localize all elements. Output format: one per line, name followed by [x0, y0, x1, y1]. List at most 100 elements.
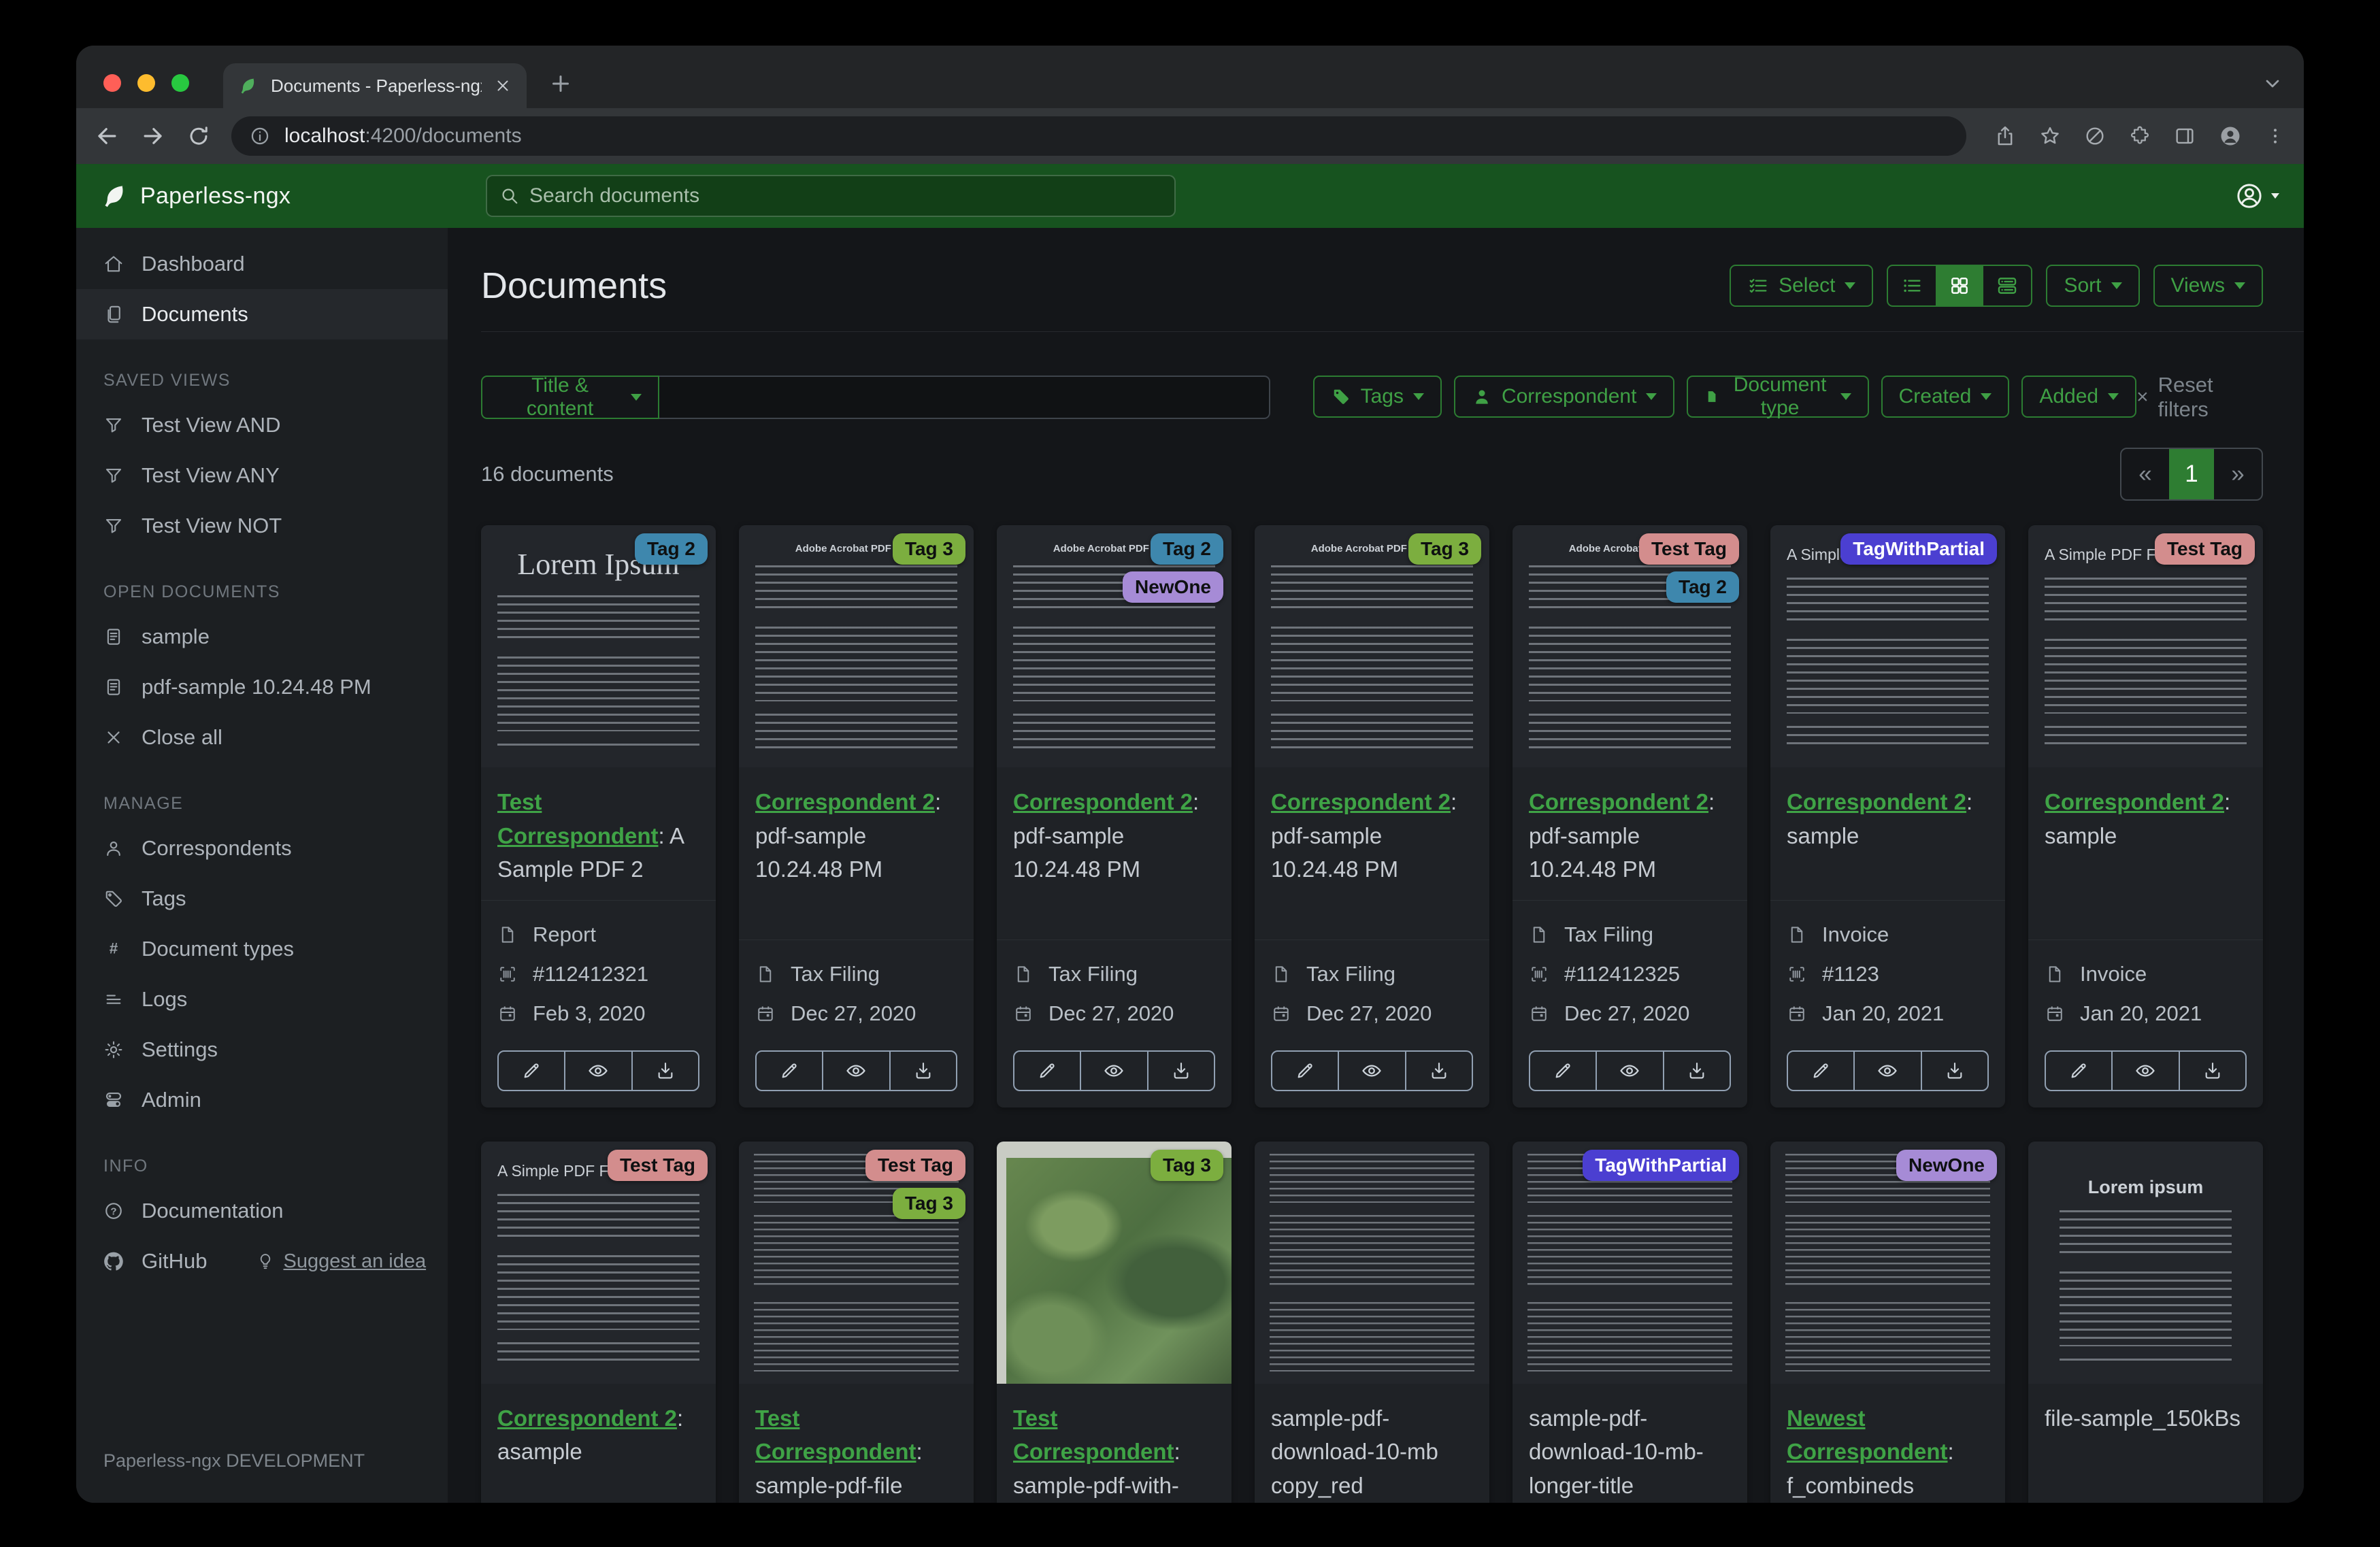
document-thumbnail[interactable]: Adobe Acrobat PDF Files Test Tag Tag 2 [1513, 525, 1747, 767]
tag-pill[interactable]: NewOne [1896, 1149, 1997, 1181]
document-card[interactable]: A Simple PDF File Test Tag Correspondent… [481, 1141, 716, 1503]
tag-pill[interactable]: Tag 2 [1150, 533, 1223, 565]
correspondent-link[interactable]: Correspondent 2 [1529, 789, 1708, 814]
pagination-prev-button[interactable]: « [2121, 449, 2169, 499]
sidebar-item-github[interactable]: GitHub Suggest an idea [76, 1236, 448, 1286]
tag-pill[interactable]: Tag 3 [892, 1187, 965, 1219]
detail-view-button[interactable] [1983, 266, 2031, 305]
document-thumbnail[interactable] [1255, 1141, 1489, 1384]
document-card[interactable]: TagWithPartial sample-pdf-download-10-mb… [1513, 1141, 1747, 1503]
correspondent-link[interactable]: Correspondent 2 [497, 1405, 677, 1431]
bookmark-star-icon[interactable] [2038, 124, 2062, 148]
tag-pill[interactable]: TagWithPartial [1583, 1149, 1739, 1181]
tag-pill[interactable]: Test Tag [608, 1149, 708, 1181]
document-card[interactable]: Adobe Acrobat PDF Files Tag 3 Correspond… [739, 525, 974, 1108]
browser-menu-kebab-icon[interactable] [2264, 125, 2286, 147]
document-thumbnail[interactable]: Test Tag Tag 3 [739, 1141, 974, 1384]
tag-pill[interactable]: Test Tag [865, 1149, 965, 1181]
correspondent-link[interactable]: Correspondent 2 [1271, 789, 1451, 814]
sidebar-item-test-view-any[interactable]: Test View ANY [76, 450, 448, 501]
extensions-puzzle-icon[interactable] [2128, 124, 2151, 148]
share-icon[interactable] [1994, 124, 2017, 148]
select-button[interactable]: Select [1730, 265, 1874, 307]
view-button[interactable] [1853, 1051, 1920, 1090]
download-button[interactable] [631, 1051, 698, 1090]
view-button[interactable] [822, 1051, 889, 1090]
document-thumbnail[interactable]: Adobe Acrobat PDF Files Tag 3 [739, 525, 974, 767]
tag-pill[interactable]: Test Tag [1639, 533, 1739, 565]
document-thumbnail[interactable]: Lorem ipsum [2028, 1141, 2263, 1384]
document-thumbnail[interactable]: A Simple PDF File Test Tag [2028, 525, 2263, 767]
sidebar-item-admin[interactable]: Admin [76, 1075, 448, 1125]
sidebar-item-documentation[interactable]: Documentation [76, 1186, 448, 1236]
download-button[interactable] [1920, 1051, 1987, 1090]
document-thumbnail[interactable]: A Simple PDF File TagWithPartial [1770, 525, 2005, 767]
tag-pill[interactable]: Test Tag [2155, 533, 2255, 565]
edit-button[interactable] [757, 1052, 822, 1090]
document-card[interactable]: Adobe Acrobat PDF Files Tag 3 Correspond… [1255, 525, 1489, 1108]
sidebar-item-close-all[interactable]: Close all [76, 712, 448, 763]
sidebar-item-dashboard[interactable]: Dashboard [76, 239, 448, 289]
edit-button[interactable] [1530, 1052, 1596, 1090]
document-card[interactable]: A Simple PDF File TagWithPartial Corresp… [1770, 525, 2005, 1108]
sidebar-item-documents[interactable]: Documents [76, 289, 448, 339]
edit-button[interactable] [1014, 1052, 1080, 1090]
search-input[interactable] [529, 184, 1162, 207]
user-menu[interactable] [2234, 181, 2279, 211]
document-card[interactable]: NewOne Newest Correspondent: f_combineds… [1770, 1141, 2005, 1503]
correspondent-link[interactable]: Correspondent 2 [1013, 789, 1193, 814]
views-button[interactable]: Views [2153, 265, 2263, 307]
correspondent-link[interactable]: Test Correspondent [497, 789, 659, 848]
pagination-next-button[interactable]: » [2214, 449, 2262, 499]
document-thumbnail[interactable]: NewOne [1770, 1141, 2005, 1384]
tab-search-chevron-icon[interactable] [2262, 73, 2283, 95]
new-tab-button[interactable] [548, 71, 573, 96]
list-view-button[interactable] [1888, 266, 1936, 305]
pagination-page-1[interactable]: 1 [2169, 449, 2214, 499]
document-thumbnail[interactable]: TagWithPartial [1513, 1141, 1747, 1384]
document-card[interactable]: Tag 3 Test Correspondent: sample-pdf-wit… [997, 1141, 1232, 1503]
sort-button[interactable]: Sort [2046, 265, 2140, 307]
filter-text-input[interactable] [659, 376, 1270, 419]
reset-filters-button[interactable]: × Reset filters [2136, 373, 2263, 421]
download-button[interactable] [1662, 1051, 1730, 1090]
sidebar-item-settings[interactable]: Settings [76, 1025, 448, 1075]
sidebar-item-logs[interactable]: Logs [76, 974, 448, 1025]
app-brand[interactable]: Paperless-ngx [101, 182, 291, 210]
side-panel-icon[interactable] [2173, 124, 2196, 148]
sidebar-item-document-types[interactable]: Document types [76, 924, 448, 974]
document-card[interactable]: Lorem ipsum file-sample_150kBs Feb 15, 2… [2028, 1141, 2263, 1503]
edit-button[interactable] [499, 1052, 564, 1090]
view-button[interactable] [1080, 1051, 1146, 1090]
global-search[interactable] [486, 175, 1176, 217]
url-bar[interactable]: localhost:4200/documents [231, 116, 1966, 156]
correspondent-link[interactable]: Correspondent 2 [755, 789, 935, 814]
sidebar-item-pdf-sample-10-24-48-pm[interactable]: pdf-sample 10.24.48 PM [76, 662, 448, 712]
extension-icon[interactable] [2083, 124, 2106, 148]
filter-correspondent-button[interactable]: Correspondent [1453, 376, 1675, 418]
sidebar-link-suggest-an-idea[interactable]: Suggest an idea [256, 1250, 426, 1273]
document-thumbnail[interactable]: Lorem Ipsum Tag 2 [481, 525, 716, 767]
sidebar-item-sample[interactable]: sample [76, 612, 448, 662]
maximize-window-button[interactable] [171, 74, 189, 92]
tag-pill[interactable]: Tag 2 [1666, 571, 1739, 603]
back-button[interactable] [94, 123, 120, 149]
document-card[interactable]: sample-pdf-download-10-mb copy_red Jan 2… [1255, 1141, 1489, 1503]
sidebar-item-test-view-not[interactable]: Test View NOT [76, 501, 448, 551]
correspondent-link[interactable]: Correspondent 2 [2045, 789, 2224, 814]
window-controls[interactable] [103, 74, 189, 92]
document-thumbnail[interactable]: Tag 3 [997, 1141, 1232, 1384]
site-info-icon[interactable] [249, 125, 271, 147]
edit-button[interactable] [1272, 1052, 1338, 1090]
document-thumbnail[interactable]: A Simple PDF File Test Tag [481, 1141, 716, 1384]
document-card[interactable]: Lorem Ipsum Tag 2 Test Correspondent: A … [481, 525, 716, 1108]
close-window-button[interactable] [103, 74, 121, 92]
tag-pill[interactable]: Tag 3 [1150, 1149, 1223, 1181]
filter-tags-button[interactable]: Tags [1312, 376, 1442, 418]
filter-added-button[interactable]: Added [2021, 376, 2137, 418]
profile-avatar-icon[interactable] [2218, 124, 2243, 148]
correspondent-link[interactable]: Test Correspondent [1013, 1405, 1174, 1465]
correspondent-link[interactable]: Test Correspondent [755, 1405, 916, 1465]
correspondent-link[interactable]: Correspondent 2 [1787, 789, 1966, 814]
correspondent-link[interactable]: Newest Correspondent [1787, 1405, 1948, 1465]
